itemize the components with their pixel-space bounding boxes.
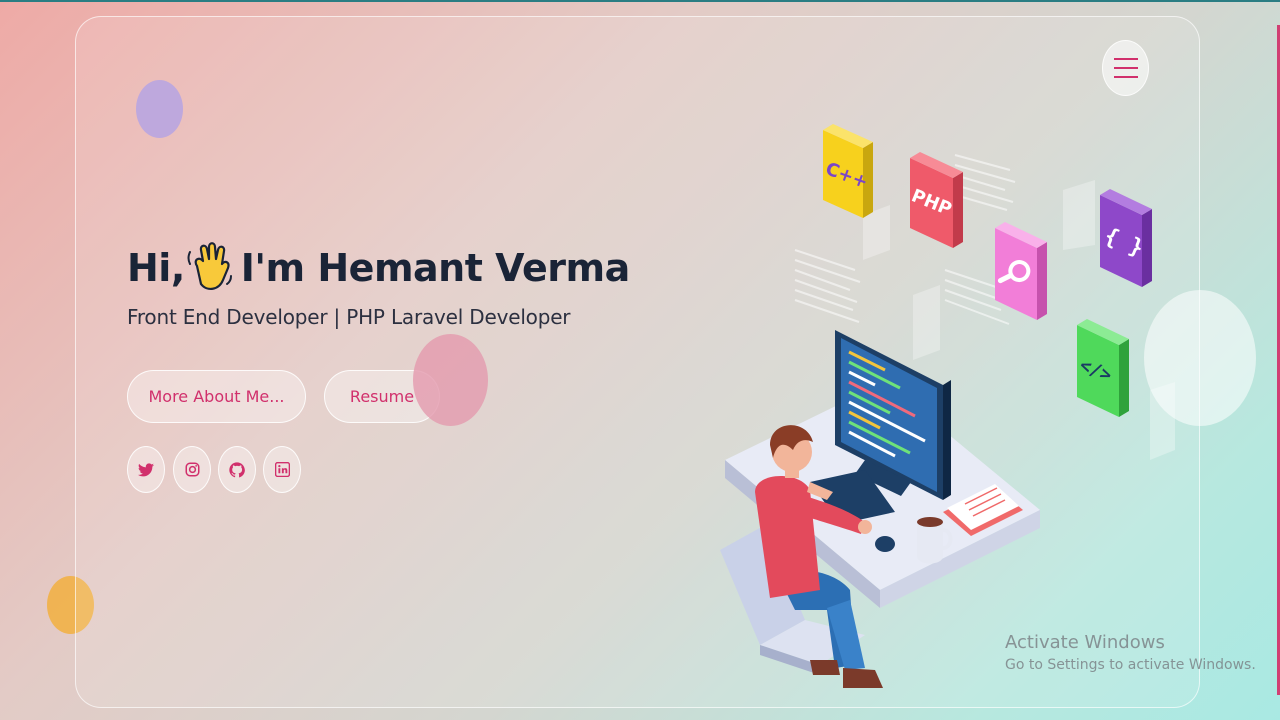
mouse [875,536,895,552]
code-tag-tile: </> [1077,319,1129,417]
decorative-white-blob [1144,290,1256,426]
hero-greeting: Hi, [127,246,185,290]
decorative-pink-blob [413,334,488,426]
linkedin-link[interactable] [263,446,301,493]
instagram-icon [185,462,199,477]
linkedin-icon [274,462,290,477]
php-tile: PHP [908,152,963,248]
developer-illustration: C++ PHP { } </> [720,124,1175,688]
search-tile [995,222,1047,320]
waving-hand-icon [187,242,232,290]
twitter-link[interactable] [127,446,165,493]
hero-title: Hi, I'm Hemant Verma [127,240,630,296]
hamburger-menu-icon [1113,58,1138,78]
cpp-tile: C++ [823,124,873,218]
activate-windows-watermark: Activate Windows Go to Settings to activ… [1005,632,1256,673]
more-about-me-button[interactable]: More About Me... [127,370,306,423]
hero-subtitle: Front End Developer | PHP Laravel Develo… [127,305,571,329]
hero-name: I'm Hemant Verma [240,246,630,290]
github-icon [229,461,245,477]
github-link[interactable] [218,446,256,493]
braces-tile: { } [1100,189,1152,287]
menu-button[interactable] [1102,40,1149,96]
instagram-link[interactable] [173,446,211,493]
watermark-subtitle: Go to Settings to activate Windows. [1005,657,1256,673]
top-border-line [0,0,1280,2]
watermark-title: Activate Windows [1005,632,1165,653]
twitter-icon [138,462,154,476]
